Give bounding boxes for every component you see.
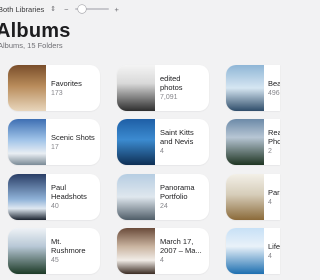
album-card[interactable]: Saint Kitts and Nevis 4 xyxy=(117,119,209,165)
album-thumbnail xyxy=(117,65,155,111)
album-count: 7,091 xyxy=(160,94,178,101)
album-name: Panorama Portfolio xyxy=(160,183,195,201)
album-count: 40 xyxy=(51,203,59,210)
albums-grid: Favorites 173 edited photos 7,091 Bea...… xyxy=(0,0,280,280)
album-card[interactable]: Panorama Portfolio 24 xyxy=(117,174,209,220)
album-count: 4 xyxy=(268,198,272,206)
album-card[interactable]: Rea... Pho... 2 xyxy=(226,119,280,165)
album-name: March 17, 2007 – Ma... xyxy=(160,237,202,255)
album-meta: Life... 4 xyxy=(268,228,280,274)
album-meta: Rea... Pho... 2 xyxy=(268,119,280,165)
album-thumbnail xyxy=(117,119,155,165)
album-thumbnail xyxy=(8,119,46,165)
album-count: 173 xyxy=(51,89,63,97)
album-name: edited photos xyxy=(160,74,183,92)
album-card[interactable]: edited photos 7,091 xyxy=(117,65,209,111)
album-name: Life... xyxy=(268,241,280,251)
album-card[interactable]: Scenic Shots 17 xyxy=(8,119,100,165)
album-meta: Panorama Portfolio 24 xyxy=(160,174,205,220)
album-count: 17 xyxy=(51,143,59,151)
album-meta: March 17, 2007 – Ma... 4 xyxy=(160,228,205,274)
album-card[interactable]: Par... 4 xyxy=(226,174,280,220)
album-thumbnail xyxy=(8,228,46,274)
album-thumbnail xyxy=(8,174,46,220)
album-meta: Scenic Shots 17 xyxy=(51,119,96,165)
album-count: 4 xyxy=(160,257,164,264)
album-card[interactable]: Paul Headshots 40 xyxy=(8,174,100,220)
album-name: Favorites xyxy=(51,78,82,88)
album-thumbnail xyxy=(8,65,46,111)
album-name: Rea... Pho... xyxy=(268,128,280,146)
album-card[interactable]: Life... 4 xyxy=(226,228,280,274)
album-meta: Favorites 173 xyxy=(51,65,96,111)
album-meta: Saint Kitts and Nevis 4 xyxy=(160,119,205,165)
album-meta: Paul Headshots 40 xyxy=(51,174,96,220)
album-name: Paul Headshots xyxy=(51,183,87,201)
album-count: 45 xyxy=(51,257,59,264)
album-name: Par... xyxy=(268,187,280,197)
album-count: 2 xyxy=(268,148,272,155)
album-card[interactable]: March 17, 2007 – Ma... 4 xyxy=(117,228,209,274)
album-meta: edited photos 7,091 xyxy=(160,65,205,111)
album-thumbnail xyxy=(226,119,264,165)
album-count: 24 xyxy=(160,203,168,210)
album-card[interactable]: Mt. Rushmore 45 xyxy=(8,228,100,274)
album-meta: Bea... 496 xyxy=(268,65,280,111)
album-count: 4 xyxy=(268,252,272,260)
album-thumbnail xyxy=(226,65,264,111)
album-thumbnail xyxy=(117,174,155,220)
album-card[interactable]: Favorites 173 xyxy=(8,65,100,111)
album-thumbnail xyxy=(117,228,155,274)
album-thumbnail xyxy=(226,228,264,274)
album-count: 4 xyxy=(160,148,164,155)
album-name: Mt. Rushmore xyxy=(51,237,86,255)
album-thumbnail xyxy=(226,174,264,220)
album-meta: Par... 4 xyxy=(268,174,280,220)
album-count: 496 xyxy=(268,89,280,97)
album-name: Saint Kitts and Nevis xyxy=(160,128,194,146)
album-meta: Mt. Rushmore 45 xyxy=(51,228,96,274)
album-name: Bea... xyxy=(268,78,280,88)
album-name: Scenic Shots xyxy=(51,132,95,142)
album-card[interactable]: Bea... 496 xyxy=(226,65,280,111)
